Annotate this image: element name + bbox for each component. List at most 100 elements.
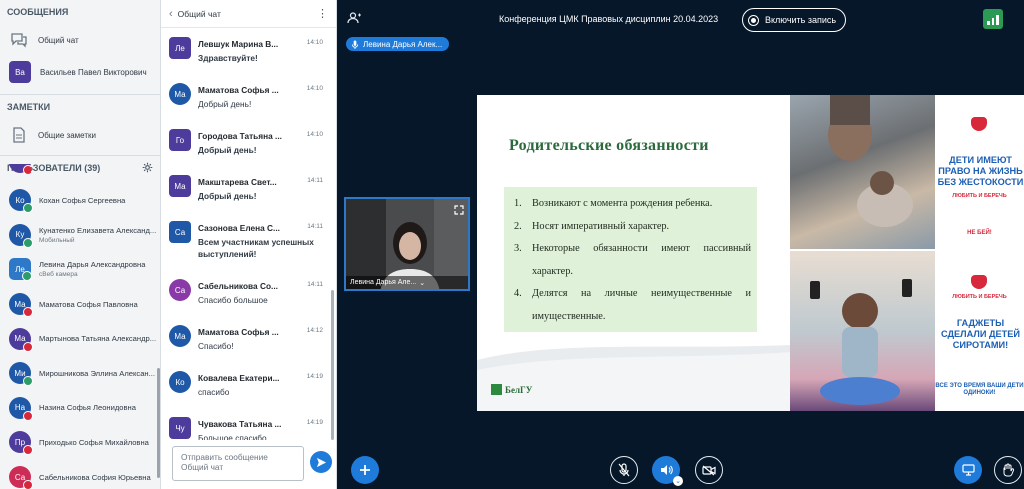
message-author: Сазонова Елена С...	[198, 223, 280, 233]
list-item[interactable]: Ми Мирошникова Эллина Алексан...	[0, 356, 160, 391]
chevron-down-icon[interactable]: ⌄	[419, 279, 425, 287]
mute-microphone-button[interactable]	[610, 456, 638, 484]
slide-poster: ЛЮБИТЬ И БЕРЕЧЬ ДЕТИ ИМЕЮТ ПРАВО НА ЖИЗН…	[935, 95, 1024, 411]
poster-heading: ДЕТИ ИМЕЮТ ПРАВО НА ЖИЗНЬ БЕЗ ЖЕСТОКОСТИ	[937, 155, 1024, 187]
avatar: Ле	[169, 37, 191, 59]
list-item[interactable]: Ко Кохан Софья Сергеевна	[0, 183, 160, 218]
send-button[interactable]	[310, 451, 332, 473]
message-text: Здравствуйте!	[198, 53, 258, 63]
connection-status-icon[interactable]	[983, 9, 1003, 29]
conference-title: Конференция ЦМК Правовых дисциплин 20.04…	[499, 14, 719, 24]
chat-scrollbar[interactable]	[331, 290, 334, 440]
message-author: Маматова Софья ...	[198, 327, 279, 337]
actions-plus-button[interactable]	[351, 456, 379, 484]
slide-list-item: 4. Делятся на личные неимущественные и им…	[514, 288, 751, 322]
slide-photo-child-gadgets	[790, 251, 935, 411]
user-name: Приходько Софья Михайловна	[39, 437, 149, 447]
user-name: Мартынова Татьяна Александр...	[39, 334, 157, 344]
avatar: Ле	[9, 258, 32, 282]
message-item: Ле Левшук Марина В... 14:10 Здравствуйте!	[161, 32, 331, 78]
message-item: Ко Ковалева Екатери... 14:19 спасибо	[161, 366, 331, 412]
raise-hand-button[interactable]	[994, 456, 1022, 484]
user-status: сВеб камера	[39, 271, 78, 279]
users-list: Ко Кохан Софья Сергеевна Ку Кунатенко Ел…	[0, 183, 160, 489]
more-vertical-icon[interactable]: ⋮	[317, 7, 328, 20]
camera-button[interactable]	[695, 456, 723, 484]
user-settings-icon[interactable]	[347, 11, 361, 29]
list-item[interactable]: На Назина Софья Леонидовна	[0, 391, 160, 426]
message-text: Спасибо!	[198, 341, 234, 351]
chevron-down-icon[interactable]: ⌄	[673, 476, 683, 486]
message-text: Большое спасибо	[198, 433, 267, 440]
message-text: Добрый день!	[198, 191, 257, 201]
sidebar-item-private-chat[interactable]: Ва Васильев Павел Викторович	[0, 56, 160, 88]
message-item: Го Городова Татьяна ... 14:10 Добрый день…	[161, 124, 331, 170]
heart-icon	[971, 275, 987, 289]
video-off-icon	[702, 465, 716, 475]
notes-icon	[9, 125, 29, 145]
list-item[interactable]: Са Сабельникова София Юрьевна	[0, 460, 160, 489]
presentation-area: Конференция ЦМК Правовых дисциплин 20.04…	[337, 0, 1024, 489]
list-item[interactable]: Пр Приходько Софья Михайловна	[0, 425, 160, 460]
avatar: Пр	[9, 431, 33, 456]
sidebar-scrollbar[interactable]	[157, 368, 160, 478]
sidebar-item-public-chat[interactable]: Общий чат	[0, 24, 160, 56]
chat-header: ‹ Общий чат ⋮	[161, 0, 336, 28]
plus-icon	[360, 465, 370, 475]
avatar: Ва	[9, 61, 31, 83]
avatar: Го	[169, 129, 191, 151]
user-name: Назина Софья Леонидовна	[39, 403, 136, 413]
poster-text: ЛЮБИТЬ И БЕРЕЧЬ	[952, 193, 1007, 199]
message-author: Макштарева Свет...	[198, 177, 277, 187]
list-item[interactable]: Ма Маматова Софья Павловна	[0, 287, 160, 322]
speaker-name: Левина Дарья Алек...	[363, 39, 443, 49]
slide-photo-child-fist	[790, 95, 935, 249]
message-item: Чу Чувакова Татьяна ... 14:19 Большое спа…	[161, 412, 331, 440]
message-time: 14:19	[306, 373, 323, 380]
gear-icon[interactable]	[142, 162, 153, 175]
slide-list: 1. Возникают с момента рождения ребенка. …	[504, 187, 757, 332]
chat-icon	[9, 30, 29, 50]
message-input[interactable]: Отправить сообщение Общий чат	[172, 446, 304, 481]
message-list: Ле Левшук Марина В... 14:10 Здравствуйте!…	[161, 32, 331, 440]
poster-text: НЕ БЕЙ!	[967, 230, 992, 236]
avatar: Ма	[9, 327, 33, 352]
avatar: Ми	[9, 362, 33, 387]
microphone-off-icon	[618, 463, 630, 477]
slide-list-item: 3. Некоторые обязанности имеют пассивный …	[514, 243, 751, 277]
avatar: Ма	[169, 325, 191, 347]
presentation-button[interactable]	[954, 456, 982, 484]
message-author: Ковалева Екатери...	[198, 373, 280, 383]
slide-title: Родительские обязанности	[509, 137, 709, 154]
message-item: Са Сабельникова Со... 14:11 Спасибо больш…	[161, 274, 331, 320]
message-time: 14:12	[306, 327, 323, 334]
chevron-left-icon[interactable]: ‹	[169, 8, 173, 20]
avatar: Са	[169, 279, 191, 301]
webcam-label: Левина Дарья Але... ⌄	[346, 276, 468, 289]
webcam-video[interactable]: Левина Дарья Але... ⌄	[344, 197, 470, 291]
user-status: Мобильный	[39, 236, 75, 244]
presentation-slide: Родительские обязанности 1. Возникают с м…	[477, 95, 1024, 411]
slide-list-item: 1. Возникают с момента рождения ребенка.	[514, 198, 713, 209]
list-item[interactable]: Ма Мартынова Татьяна Александр...	[0, 321, 160, 356]
list-item[interactable]: Ку Кунатенко Елизавета Александ... Мобиль…	[0, 218, 160, 253]
fullscreen-icon[interactable]	[454, 202, 464, 220]
record-button[interactable]: Включить запись	[742, 8, 847, 32]
talking-indicator: Левина Дарья Алек...	[346, 37, 450, 51]
message-item: Ма Маматова Софья ... 14:10 Добрый день!	[161, 78, 331, 124]
list-item[interactable]: Ле Левина Дарья Александровна сВеб камера	[0, 252, 160, 287]
avatar: Ку	[9, 223, 33, 248]
user-name: Кунатенко Елизавета Александ...	[39, 225, 157, 235]
sidebar-item-label: Общие заметки	[38, 130, 96, 140]
messages-section-title: СООБЩЕНИЯ	[7, 7, 69, 17]
audio-button[interactable]: ⌄	[652, 456, 683, 486]
sidebar-item-shared-notes[interactable]: Общие заметки	[0, 119, 160, 151]
message-time: 14:19	[306, 419, 323, 426]
avatar: Ма	[169, 175, 191, 197]
message-time: 14:10	[306, 85, 323, 92]
message-author: Маматова Софья ...	[198, 85, 279, 95]
message-author: Левшук Марина В...	[198, 39, 279, 49]
message-author: Чувакова Татьяна ...	[198, 419, 282, 429]
logo-mark-icon	[491, 384, 502, 395]
avatar: Ма	[9, 293, 33, 318]
